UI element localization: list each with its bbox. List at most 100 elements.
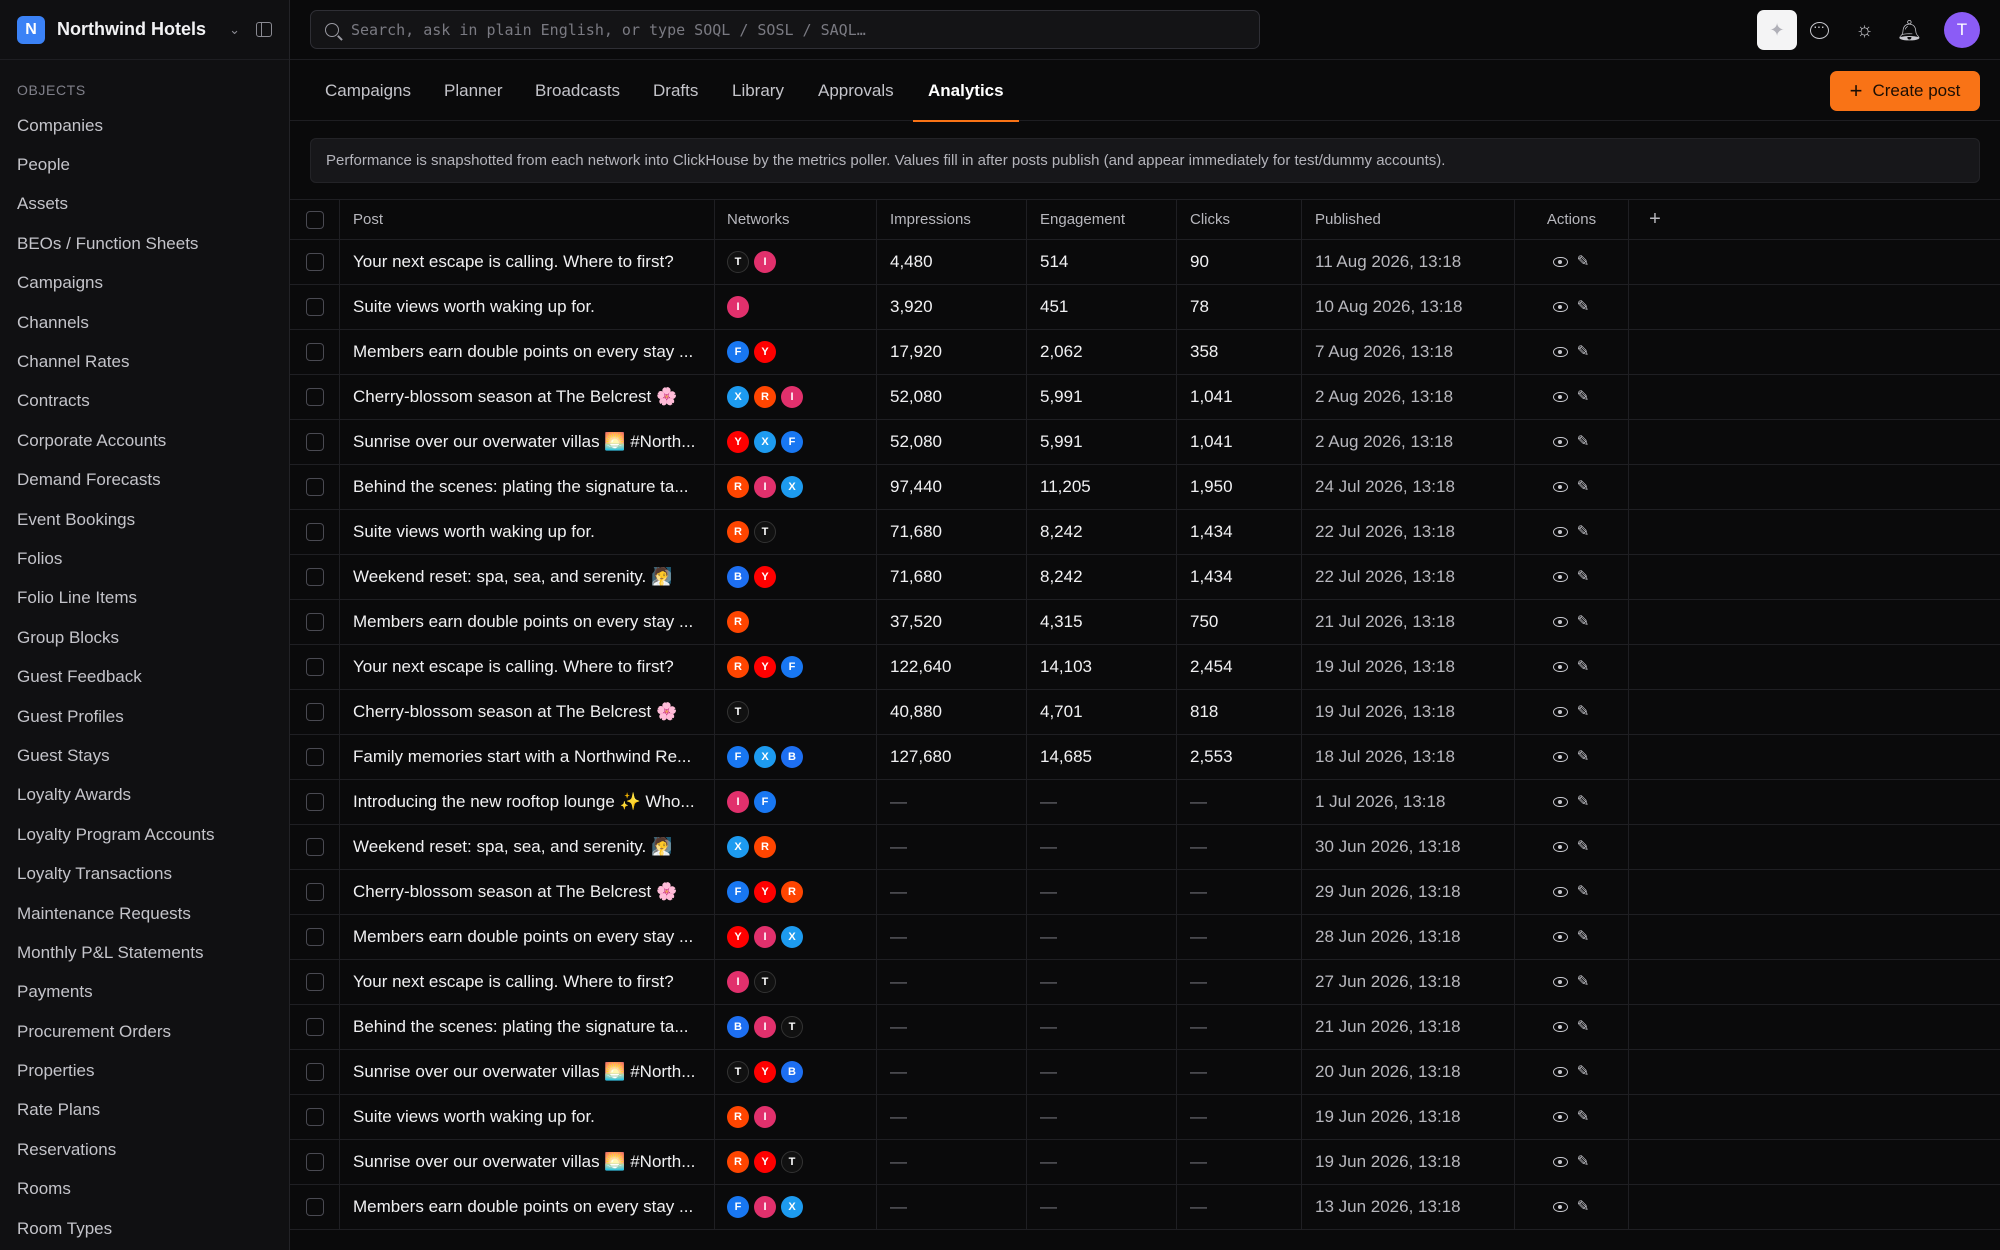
- sidebar-toggle-icon[interactable]: [256, 22, 272, 37]
- sidebar-item-loyalty-transactions[interactable]: Loyalty Transactions: [0, 854, 289, 893]
- tab-broadcasts[interactable]: Broadcasts: [535, 60, 620, 121]
- eye-icon[interactable]: [1553, 1157, 1568, 1167]
- chat-button[interactable]: [1797, 10, 1842, 50]
- row-checkbox[interactable]: [305, 253, 324, 271]
- column-header-networks[interactable]: Networks: [715, 200, 877, 239]
- sidebar-item-campaigns[interactable]: Campaigns: [0, 264, 289, 303]
- sidebar-item-folios[interactable]: Folios: [0, 539, 289, 578]
- sparkle-button[interactable]: ✦: [1757, 10, 1797, 50]
- tab-campaigns[interactable]: Campaigns: [325, 60, 411, 121]
- post-cell[interactable]: Sunrise over our overwater villas 🌅 #Nor…: [340, 1050, 715, 1094]
- row-checkbox[interactable]: [305, 838, 324, 856]
- eye-icon[interactable]: [1553, 572, 1568, 582]
- pencil-icon[interactable]: ✎: [1576, 1154, 1590, 1169]
- column-header-published[interactable]: Published: [1302, 200, 1515, 239]
- post-cell[interactable]: Introducing the new rooftop lounge ✨ Who…: [340, 780, 715, 824]
- table-row[interactable]: Cherry-blossom season at The Belcrest 🌸 F…: [290, 870, 2000, 915]
- post-cell[interactable]: Your next escape is calling. Where to fi…: [340, 240, 715, 284]
- create-post-button[interactable]: + Create post: [1830, 71, 1980, 111]
- eye-icon[interactable]: [1553, 1022, 1568, 1032]
- sidebar-item-assets[interactable]: Assets: [0, 185, 289, 224]
- row-checkbox[interactable]: [305, 793, 324, 811]
- table-row[interactable]: Suite views worth waking up for. R I — — — 19 …: [290, 1095, 2000, 1140]
- sidebar-item-channel-rates[interactable]: Channel Rates: [0, 342, 289, 381]
- tab-library[interactable]: Library: [732, 60, 784, 121]
- post-cell[interactable]: Suite views worth waking up for.: [340, 510, 715, 554]
- pencil-icon[interactable]: ✎: [1576, 524, 1590, 539]
- table-row[interactable]: Members earn double points on every stay…: [290, 330, 2000, 375]
- row-checkbox[interactable]: [305, 883, 324, 901]
- post-cell[interactable]: Members earn double points on every stay…: [340, 915, 715, 959]
- row-checkbox[interactable]: [305, 1198, 324, 1216]
- sidebar-item-guest-stays[interactable]: Guest Stays: [0, 736, 289, 775]
- pencil-icon[interactable]: ✎: [1576, 614, 1590, 629]
- eye-icon[interactable]: [1553, 1202, 1568, 1212]
- sidebar-item-room-types[interactable]: Room Types: [0, 1209, 289, 1248]
- post-cell[interactable]: Family memories start with a Northwind R…: [340, 735, 715, 779]
- table-row[interactable]: Family memories start with a Northwind R…: [290, 735, 2000, 780]
- row-checkbox[interactable]: [305, 1018, 324, 1036]
- pencil-icon[interactable]: ✎: [1576, 434, 1590, 449]
- row-checkbox[interactable]: [305, 703, 324, 721]
- sidebar-item-properties[interactable]: Properties: [0, 1051, 289, 1090]
- eye-icon[interactable]: [1553, 257, 1568, 267]
- table-row[interactable]: Behind the scenes: plating the signature…: [290, 1005, 2000, 1050]
- row-checkbox[interactable]: [305, 523, 324, 541]
- pencil-icon[interactable]: ✎: [1576, 659, 1590, 674]
- row-checkbox[interactable]: [305, 1063, 324, 1081]
- sidebar-item-rate-plans[interactable]: Rate Plans: [0, 1091, 289, 1130]
- table-row[interactable]: Cherry-blossom season at The Belcrest 🌸 T…: [290, 690, 2000, 735]
- table-row[interactable]: Sunrise over our overwater villas 🌅 #Nor…: [290, 1050, 2000, 1095]
- post-cell[interactable]: Sunrise over our overwater villas 🌅 #Nor…: [340, 1140, 715, 1184]
- table-row[interactable]: Behind the scenes: plating the signature…: [290, 465, 2000, 510]
- pencil-icon[interactable]: ✎: [1576, 389, 1590, 404]
- select-all-checkbox[interactable]: [305, 210, 324, 229]
- chevron-down-icon[interactable]: ⌄: [229, 22, 240, 38]
- column-header-engagement[interactable]: Engagement: [1027, 200, 1177, 239]
- theme-toggle-button[interactable]: ☼: [1842, 10, 1887, 50]
- pencil-icon[interactable]: ✎: [1576, 569, 1590, 584]
- eye-icon[interactable]: [1553, 932, 1568, 942]
- eye-icon[interactable]: [1553, 617, 1568, 627]
- eye-icon[interactable]: [1553, 797, 1568, 807]
- eye-icon[interactable]: [1553, 437, 1568, 447]
- sidebar-item-guest-feedback[interactable]: Guest Feedback: [0, 657, 289, 696]
- column-header-post[interactable]: Post: [340, 200, 715, 239]
- post-cell[interactable]: Cherry-blossom season at The Belcrest 🌸: [340, 690, 715, 734]
- pencil-icon[interactable]: ✎: [1576, 1199, 1590, 1214]
- post-cell[interactable]: Suite views worth waking up for.: [340, 1095, 715, 1139]
- search-bar[interactable]: [310, 10, 1260, 49]
- table-row[interactable]: Weekend reset: spa, sea, and serenity. 🧖…: [290, 555, 2000, 600]
- post-cell[interactable]: Members earn double points on every stay…: [340, 1185, 715, 1229]
- row-checkbox[interactable]: [305, 658, 324, 676]
- sidebar-item-payments[interactable]: Payments: [0, 973, 289, 1012]
- row-checkbox[interactable]: [305, 388, 324, 406]
- eye-icon[interactable]: [1553, 482, 1568, 492]
- table-row[interactable]: Members earn double points on every stay…: [290, 915, 2000, 960]
- pencil-icon[interactable]: ✎: [1576, 479, 1590, 494]
- sidebar-item-guest-profiles[interactable]: Guest Profiles: [0, 697, 289, 736]
- eye-icon[interactable]: [1553, 527, 1568, 537]
- table-row[interactable]: Your next escape is calling. Where to fi…: [290, 960, 2000, 1005]
- row-checkbox[interactable]: [305, 298, 324, 316]
- sidebar-item-corporate-accounts[interactable]: Corporate Accounts: [0, 421, 289, 460]
- workspace-switcher[interactable]: N Northwind Hotels ⌄: [0, 0, 289, 60]
- row-checkbox[interactable]: [305, 1153, 324, 1171]
- notifications-button[interactable]: 🔔︎: [1887, 10, 1932, 50]
- table-row[interactable]: Weekend reset: spa, sea, and serenity. 🧖…: [290, 825, 2000, 870]
- post-cell[interactable]: Members earn double points on every stay…: [340, 600, 715, 644]
- eye-icon[interactable]: [1553, 887, 1568, 897]
- post-cell[interactable]: Cherry-blossom season at The Belcrest 🌸: [340, 375, 715, 419]
- sidebar-item-event-bookings[interactable]: Event Bookings: [0, 500, 289, 539]
- sidebar-item-demand-forecasts[interactable]: Demand Forecasts: [0, 461, 289, 500]
- eye-icon[interactable]: [1553, 752, 1568, 762]
- table-row[interactable]: Cherry-blossom season at The Belcrest 🌸 X…: [290, 375, 2000, 420]
- avatar[interactable]: T: [1944, 12, 1980, 48]
- sidebar-item-contracts[interactable]: Contracts: [0, 382, 289, 421]
- eye-icon[interactable]: [1553, 707, 1568, 717]
- pencil-icon[interactable]: ✎: [1576, 1064, 1590, 1079]
- post-cell[interactable]: Members earn double points on every stay…: [340, 330, 715, 374]
- row-checkbox[interactable]: [305, 343, 324, 361]
- row-checkbox[interactable]: [305, 928, 324, 946]
- table-row[interactable]: Sunrise over our overwater villas 🌅 #Nor…: [290, 420, 2000, 465]
